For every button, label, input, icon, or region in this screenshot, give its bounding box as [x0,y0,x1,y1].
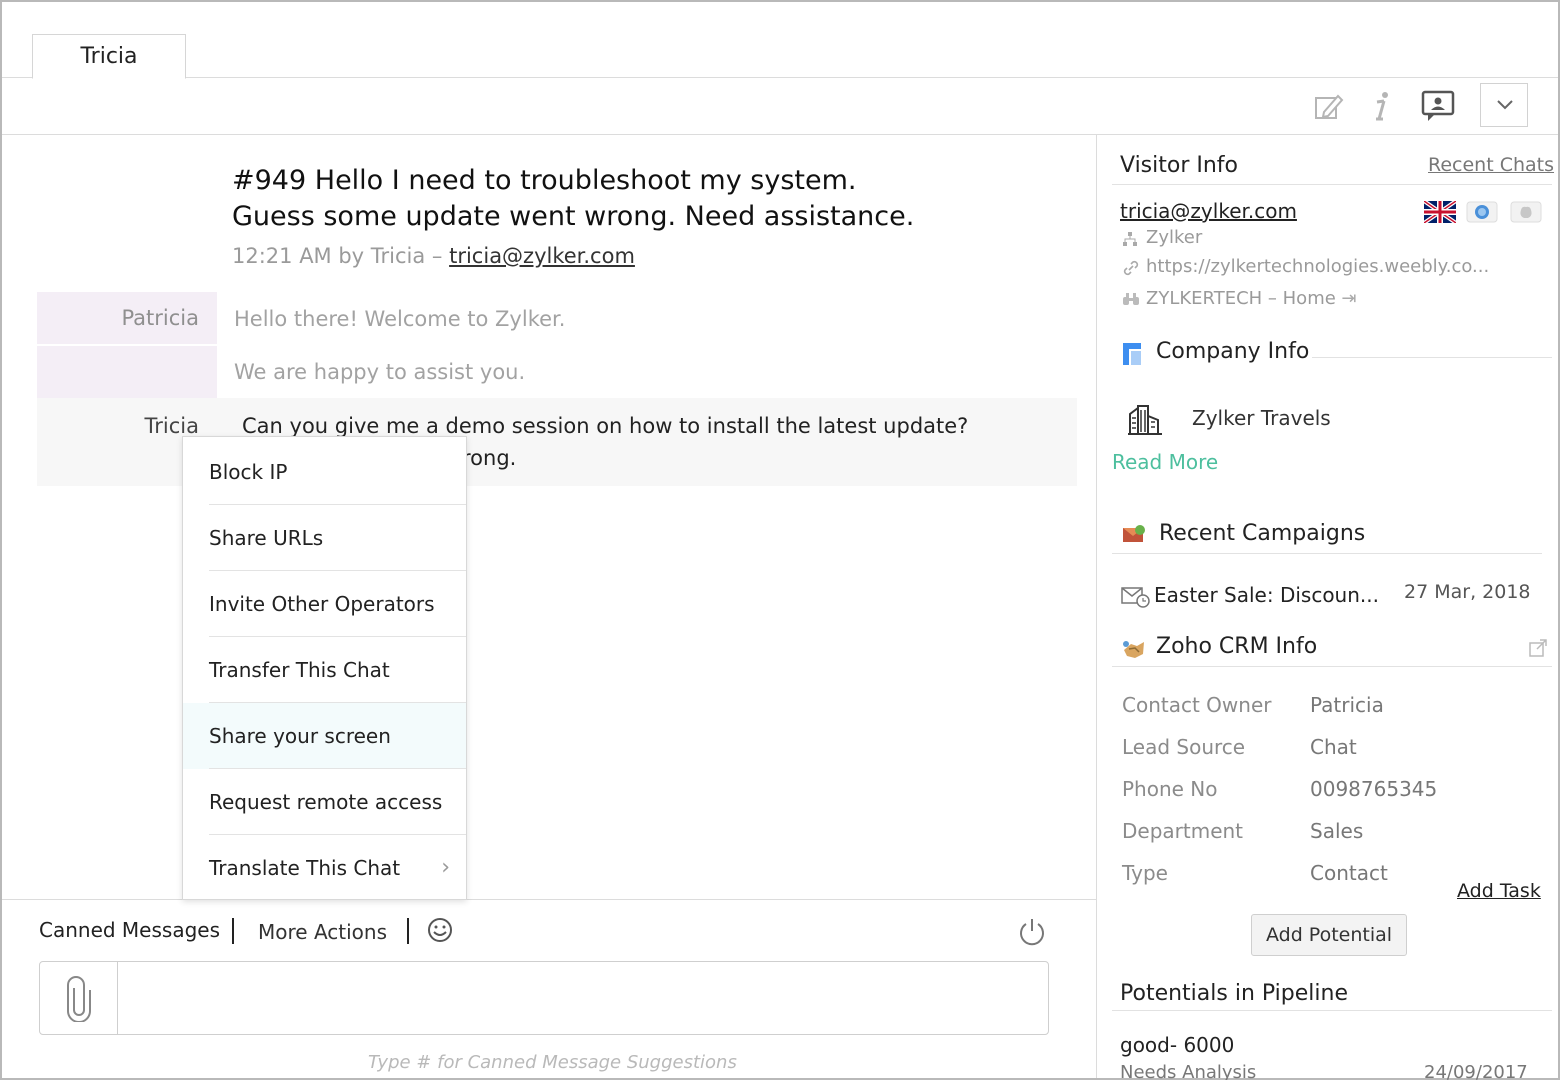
crm-label-phone: Phone No [1122,777,1218,801]
campaign-date: 27 Mar, 2018 [1404,581,1531,603]
company-name: Zylker Travels [1192,406,1331,430]
more-actions-button[interactable]: More Actions [258,920,387,944]
crm-value-contact-owner: Patricia [1310,693,1384,717]
chevron-down-icon [1497,100,1513,110]
visitor-email-link[interactable]: tricia@zylker.com [449,244,635,268]
crm-value-department: Sales [1310,819,1364,843]
info-icon[interactable] [1364,88,1400,124]
question-line-1: Hello I need to troubleshoot my system. [314,165,857,196]
menu-item-translate-label: Translate This Chat [209,856,401,880]
building-icon [1128,405,1162,435]
edit-icon[interactable] [1310,88,1346,124]
potential-stage: Needs Analysis [1120,1062,1257,1080]
message-input[interactable] [39,961,1049,1035]
menu-item-transfer-chat[interactable]: Transfer This Chat [183,637,466,703]
divider [232,918,234,944]
menu-item-share-screen[interactable]: Share your screen [183,703,466,769]
menu-item-translate-chat[interactable]: Translate This Chat › [183,835,466,901]
add-potential-button[interactable]: Add Potential [1251,914,1407,956]
divider [1112,184,1552,185]
org-icon [1123,232,1137,246]
message-text: Hello there! Welcome to Zylker. [234,307,566,331]
open-page-icon[interactable]: ⇥ [1342,288,1357,309]
visitor-current-page: ZYLKERTECH – Home ⇥ [1146,288,1357,309]
uk-flag-icon [1424,201,1456,223]
chat-meta: 12:21 AM by Tricia – tricia@zylker.com [232,244,635,268]
crm-label-lead-source: Lead Source [1122,735,1246,759]
crm-label-department: Department [1122,819,1244,843]
binoculars-icon [1123,293,1139,305]
email-clock-icon [1121,587,1150,608]
crm-label-contact-owner: Contact Owner [1122,693,1272,717]
campaign-name[interactable]: Easter Sale: Discoun... [1154,583,1379,607]
visitor-page-title: ZYLKERTECH – Home [1146,288,1336,309]
chat-toolbar [2,78,1558,135]
recent-chats-link[interactable]: Recent Chats [1428,154,1554,176]
canned-messages-button[interactable]: Canned Messages [39,918,220,942]
operator-name: Patricia [37,292,217,344]
divider [1312,357,1552,358]
chevron-right-icon: › [441,855,450,880]
read-more-link[interactable]: Read More [1112,450,1218,474]
crm-value-lead-source: Chat [1310,735,1357,759]
campaign-icon [1123,525,1145,542]
crm-label-type: Type [1122,861,1168,885]
more-actions-menu: Block IP Share URLs Invite Other Operato… [182,436,467,900]
visitor-email[interactable]: tricia@zylker.com [1120,199,1297,223]
company-info-icon [1123,343,1141,365]
paperclip-icon [67,976,91,1022]
visitor-message-line-1: Can you give me a demo session on how to… [242,414,969,438]
question-line-2: Guess some update went wrong. Need assis… [232,201,915,232]
visitor-info-title: Visitor Info [1120,153,1239,178]
ticket-id: #949 [232,165,307,196]
menu-item-share-urls[interactable]: Share URLs [183,505,466,571]
crm-value-type: Contact [1310,861,1388,885]
browser-icon [1466,201,1498,223]
crm-icon [1123,641,1144,658]
potential-date: 24/09/2017 [1424,1062,1528,1080]
options-dropdown-button[interactable] [1480,83,1528,127]
divider [1112,553,1542,554]
power-icon[interactable] [1016,916,1048,948]
menu-item-block-ip[interactable]: Block IP [183,439,466,505]
tab-bar: Tricia [2,2,1558,79]
operator-name-spacer [37,346,217,398]
external-link-icon[interactable] [1528,638,1548,658]
potential-name[interactable]: good- 6000 [1120,1033,1234,1057]
divider [407,918,409,944]
message-text: We are happy to assist you. [234,360,526,384]
crm-info-title: Zoho CRM Info [1156,634,1318,659]
chat-question: #949 Hello I need to troubleshoot my sys… [232,163,914,235]
company-info-title: Company Info [1156,339,1310,364]
tab-tricia[interactable]: Tricia [32,34,186,79]
visitor-url: https://zylkertechnologies.weebly.co... [1146,256,1490,277]
add-task-link[interactable]: Add Task [1457,880,1541,902]
divider [1112,666,1552,667]
recent-campaigns-title: Recent Campaigns [1159,521,1366,546]
menu-item-invite-operators[interactable]: Invite Other Operators [183,571,466,637]
attach-button[interactable] [40,962,118,1034]
menu-item-request-remote-access[interactable]: Request remote access [183,769,466,835]
chat-timestamp: 12:21 AM by Tricia – [232,244,443,268]
apple-icon [1510,201,1542,223]
crm-value-phone: 0098765345 [1310,777,1438,801]
link-icon [1123,260,1139,276]
visitor-company: Zylker [1146,227,1203,248]
emoji-icon[interactable] [426,916,454,944]
divider [1112,1010,1552,1011]
potentials-title: Potentials in Pipeline [1120,981,1348,1006]
composer-hint: Type # for Canned Message Suggestions [368,1052,737,1073]
screen-share-icon[interactable] [1420,88,1456,124]
